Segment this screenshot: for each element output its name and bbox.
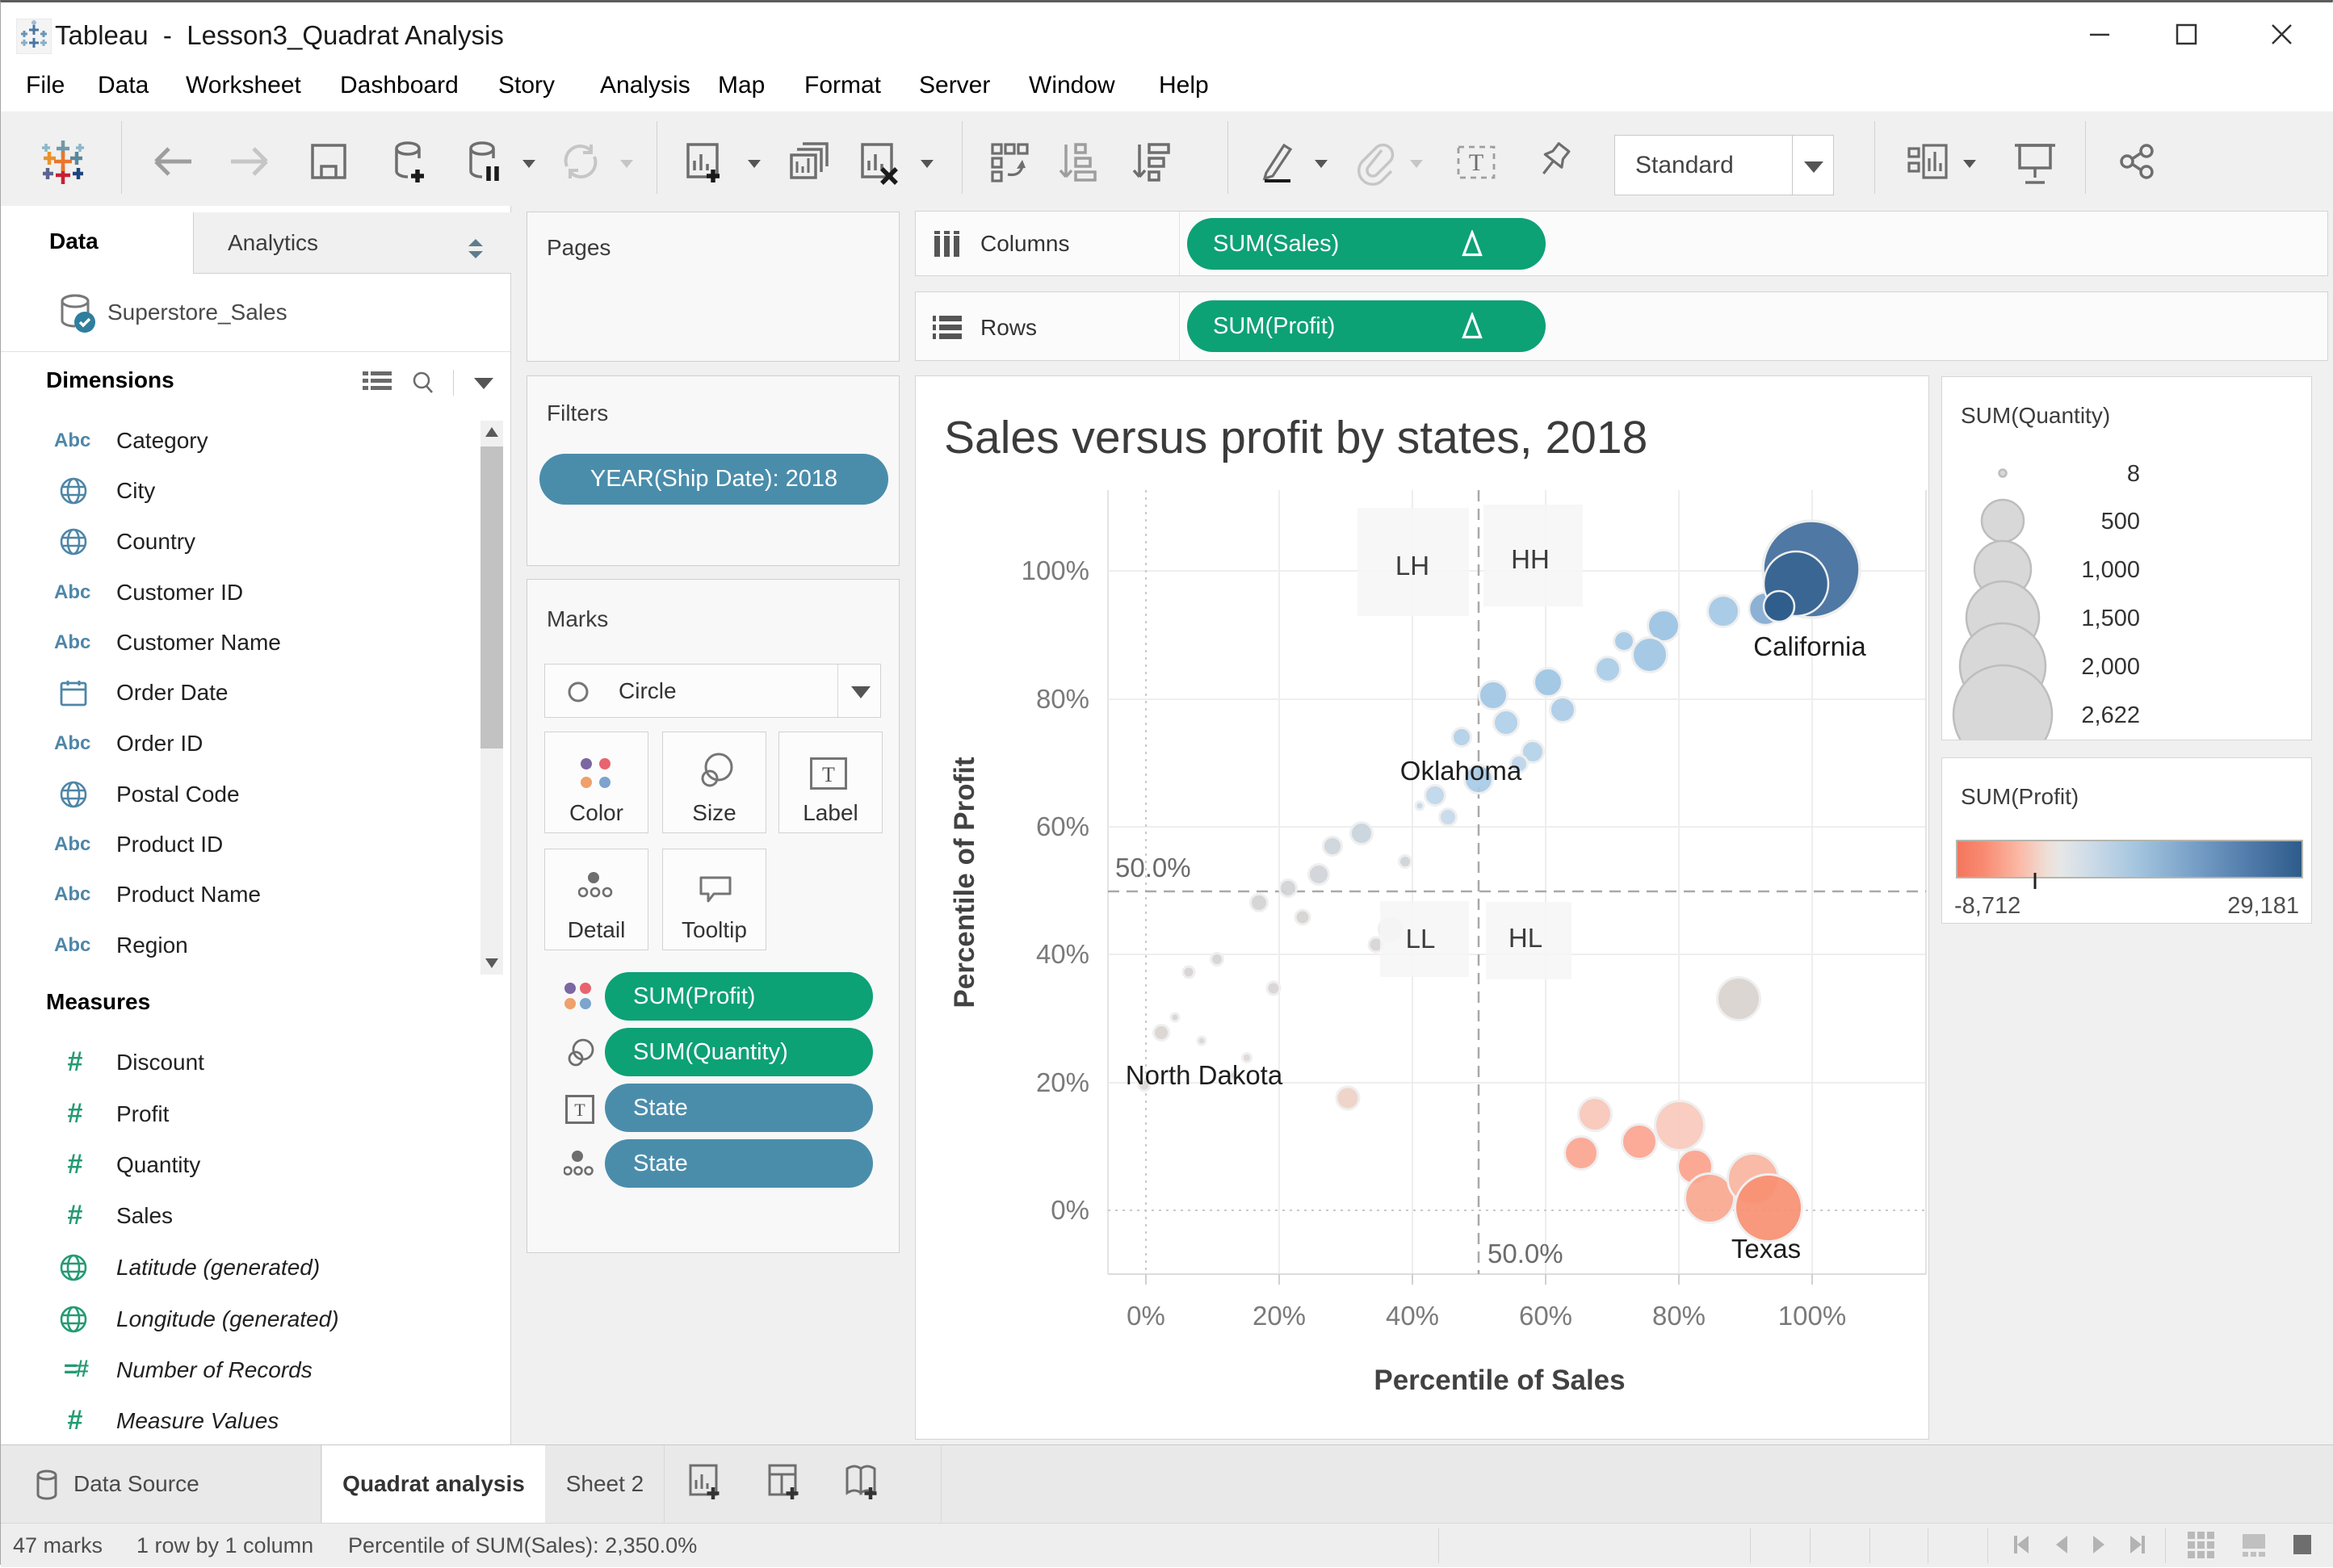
svg-text:Sales versus profit by states,: Sales versus profit by states, 2018 <box>944 412 1647 463</box>
svg-text:T: T <box>822 763 835 786</box>
svg-text:HL: HL <box>1508 923 1542 953</box>
svg-text:80%: 80% <box>1652 1301 1706 1331</box>
svg-text:Percentile of Profit: Percentile of Profit <box>949 757 980 1008</box>
svg-text:1,000: 1,000 <box>2081 557 2140 583</box>
svg-text:20%: 20% <box>1036 1067 1089 1097</box>
svg-text:60%: 60% <box>1036 811 1089 841</box>
svg-text:T: T <box>1469 149 1483 176</box>
svg-text:Texas: Texas <box>1731 1234 1801 1264</box>
svg-text:Percentile of Sales: Percentile of Sales <box>1374 1365 1625 1396</box>
svg-text:1,500: 1,500 <box>2081 606 2140 631</box>
svg-text:40%: 40% <box>1386 1301 1439 1331</box>
svg-text:LL: LL <box>1406 924 1436 954</box>
svg-text:100%: 100% <box>1778 1301 1846 1331</box>
svg-text:80%: 80% <box>1036 684 1089 714</box>
svg-text:100%: 100% <box>1022 556 1089 585</box>
svg-text:California: California <box>1753 631 1866 661</box>
svg-text:North Dakota: North Dakota <box>1126 1060 1283 1090</box>
svg-text:50.0%: 50.0% <box>1115 853 1191 883</box>
svg-text:Oklahoma: Oklahoma <box>1400 756 1522 786</box>
svg-text:2,622: 2,622 <box>2081 702 2140 728</box>
svg-text:LH: LH <box>1395 551 1429 581</box>
svg-text:HH: HH <box>1511 544 1550 574</box>
svg-text:500: 500 <box>2101 509 2140 535</box>
svg-text:20%: 20% <box>1253 1301 1306 1331</box>
svg-text:29,181: 29,181 <box>2227 893 2299 919</box>
svg-text:2,000: 2,000 <box>2081 654 2140 680</box>
svg-text:50.0%: 50.0% <box>1487 1239 1563 1268</box>
svg-text:40%: 40% <box>1036 939 1089 969</box>
svg-text:T: T <box>574 1100 585 1120</box>
svg-text:0%: 0% <box>1051 1195 1089 1225</box>
svg-text:60%: 60% <box>1519 1301 1572 1331</box>
svg-text:8: 8 <box>2127 461 2140 487</box>
svg-text:0%: 0% <box>1127 1301 1165 1331</box>
svg-text:-8,712: -8,712 <box>1954 893 2020 919</box>
